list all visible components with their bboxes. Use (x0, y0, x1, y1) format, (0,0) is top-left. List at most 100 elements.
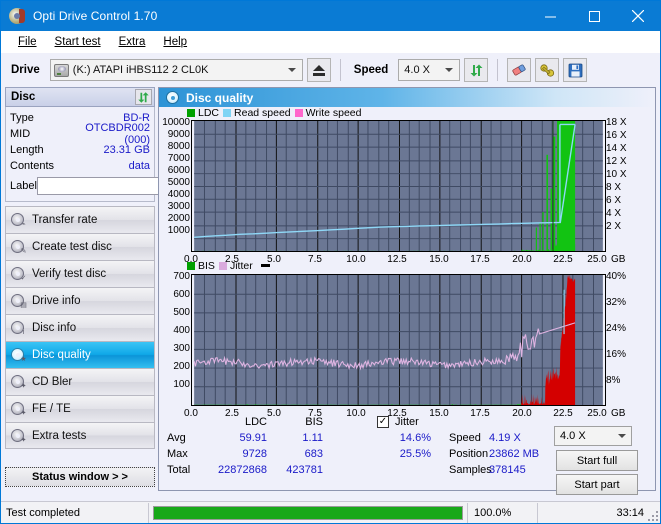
sidebar-item-drive-info[interactable]: ▤ Drive info (5, 287, 155, 314)
top-ytick-3000: 3000 (167, 201, 190, 212)
save-button[interactable] (563, 58, 588, 82)
disc-panel-title: Disc (11, 91, 36, 103)
top-ytick-8x: 8 X (606, 182, 622, 193)
legend-write-speed-label: Write speed (305, 107, 362, 119)
erase-button[interactable] (507, 58, 532, 82)
legend-jitter: Jitter (218, 260, 253, 272)
chevron-down-icon (445, 68, 454, 72)
sidebar-label-extra-tests: Extra tests (32, 429, 87, 442)
bot-ytick-100: 100 (173, 378, 190, 390)
speed-select[interactable]: 4.0 X (398, 59, 461, 81)
sidebar-item-disc-info[interactable]: i Disc info (5, 314, 155, 341)
left-panel: Disc Type BD-R MID OTCBDR002 (000) Lengt… (1, 87, 243, 491)
stats-bis-max: 683 (304, 448, 323, 460)
eject-button[interactable] (306, 58, 331, 82)
sidebar-item-create-test-disc[interactable]: ✎ Create test disc (5, 233, 155, 260)
sidebar-label-disc-info: Disc info (32, 322, 77, 334)
window-title: Opti Drive Control 1.70 (33, 9, 158, 23)
drive-select[interactable]: (K:) ATAPI iHBS112 2 CL0K (49, 59, 303, 81)
bot-ytick-500: 500 (173, 306, 190, 318)
top-ytick-16x: 16 X (606, 130, 627, 141)
chevron-down-icon (287, 68, 296, 72)
close-icon[interactable] (616, 1, 660, 31)
top-ytick-1000: 1000 (167, 225, 190, 236)
sidebar-label-verify-test-disc: Verify test disc (32, 268, 107, 280)
status-message: Test completed (1, 502, 149, 523)
tools-button[interactable] (535, 58, 560, 82)
top-ytick-8000: 8000 (167, 141, 190, 152)
menu-help[interactable]: Help (154, 34, 196, 50)
legend-bis: BIS (187, 260, 215, 272)
disc-quality-icon (165, 90, 181, 106)
disc-key-length: Length (10, 144, 44, 156)
bot-ytick-40pct: 40% (606, 270, 627, 282)
bottom-plot (191, 273, 606, 406)
bot-ytick-24pct: 24% (606, 322, 627, 334)
main-header: Disc quality (159, 88, 655, 107)
menu-extra[interactable]: Extra (110, 34, 155, 50)
disc-row-contents: Contents data (10, 158, 150, 174)
sidebar-item-disc-quality[interactable]: ★ Disc quality (5, 341, 155, 368)
eject-icon (312, 64, 325, 76)
start-part-button[interactable]: Start part (556, 474, 638, 495)
app-window: Opti Drive Control 1.70 File Start test … (0, 0, 661, 524)
disc-refresh-button[interactable] (135, 89, 152, 105)
disc-icon: ✦ (10, 401, 26, 417)
info-label-position: Position (449, 448, 489, 460)
disc-icon: ✓ (10, 266, 26, 282)
stats-bis-total: 423781 (286, 464, 323, 476)
refresh-button[interactable] (464, 58, 489, 82)
jitter-checkbox[interactable]: ✓ (377, 416, 389, 428)
legend-ldc: LDC (187, 107, 219, 119)
sidebar-item-fe-te[interactable]: ✦ FE / TE (5, 395, 155, 422)
stats-row-label-max: Max (167, 448, 188, 460)
bot-ytick-600: 600 (173, 288, 190, 300)
bot-ytick-300: 300 (173, 342, 190, 354)
top-ytick-4x: 4 X (606, 208, 622, 219)
info-value-samples: 378145 (489, 464, 526, 476)
tools-icon (540, 63, 554, 77)
disc-value-length: 23.31 GB (103, 144, 150, 156)
disc-row-length: Length 23.31 GB (10, 142, 150, 158)
title-bar: Opti Drive Control 1.70 (1, 1, 660, 31)
stats-row-label-total: Total (167, 464, 191, 476)
menu-file-label: File (18, 36, 37, 48)
start-full-button[interactable]: Start full (556, 450, 638, 471)
disc-icon: ✦ (10, 374, 26, 390)
info-value-position: 23862 MB (489, 448, 540, 460)
test-speed-select[interactable]: 4.0 X (554, 426, 632, 446)
top-ytick-4000: 4000 (167, 189, 190, 200)
stats-ldc-total: 22872868 (218, 464, 267, 476)
sidebar-item-verify-test-disc[interactable]: ✓ Verify test disc (5, 260, 155, 287)
disc-panel-header: Disc (5, 87, 155, 107)
bot-ytick-8pct: 8% (606, 374, 621, 386)
bot-ytick-32pct: 32% (606, 296, 627, 308)
top-ytick-10x: 10 X (606, 169, 627, 180)
top-chart-legend: LDC Read speed Write speed (187, 107, 362, 119)
top-ytick-12x: 12 X (606, 156, 627, 167)
stats-ldc-max: 9728 (242, 448, 267, 460)
status-window-button[interactable]: Status window > > (5, 467, 155, 487)
top-ytick-10000: 10000 (162, 117, 190, 128)
resize-grip[interactable] (646, 509, 658, 521)
sidebar-item-extra-tests[interactable]: ✦ Extra tests (5, 422, 155, 449)
progress-percent: 100.0% (467, 502, 537, 523)
menu-file[interactable]: File (9, 34, 46, 50)
jitter-label: Jitter (395, 416, 419, 428)
sidebar-item-cd-bler[interactable]: ✦ CD Bler (5, 368, 155, 395)
disc-info-table: Type BD-R MID OTCBDR002 (000) Length 23.… (5, 107, 243, 202)
toolbar-divider-2 (497, 59, 499, 81)
disc-value-contents: data (128, 160, 150, 172)
page-title: Disc quality (186, 90, 254, 105)
bot-ytick-400: 400 (173, 324, 190, 336)
sidebar-item-transfer-rate[interactable]: ⌁ Transfer rate (5, 206, 155, 233)
elapsed-time: 33:14 (537, 502, 660, 523)
maximize-icon[interactable] (572, 1, 616, 31)
disc-icon: ▤ (10, 293, 27, 309)
stats-bis-avg: 1.11 (302, 432, 323, 444)
bottom-chart-legend: BIS Jitter (187, 260, 270, 272)
minimize-icon[interactable] (528, 1, 572, 31)
disc-icon: ✎ (10, 239, 26, 255)
top-ytick-14x: 14 X (606, 143, 627, 154)
menu-start-test[interactable]: Start test (46, 34, 110, 50)
